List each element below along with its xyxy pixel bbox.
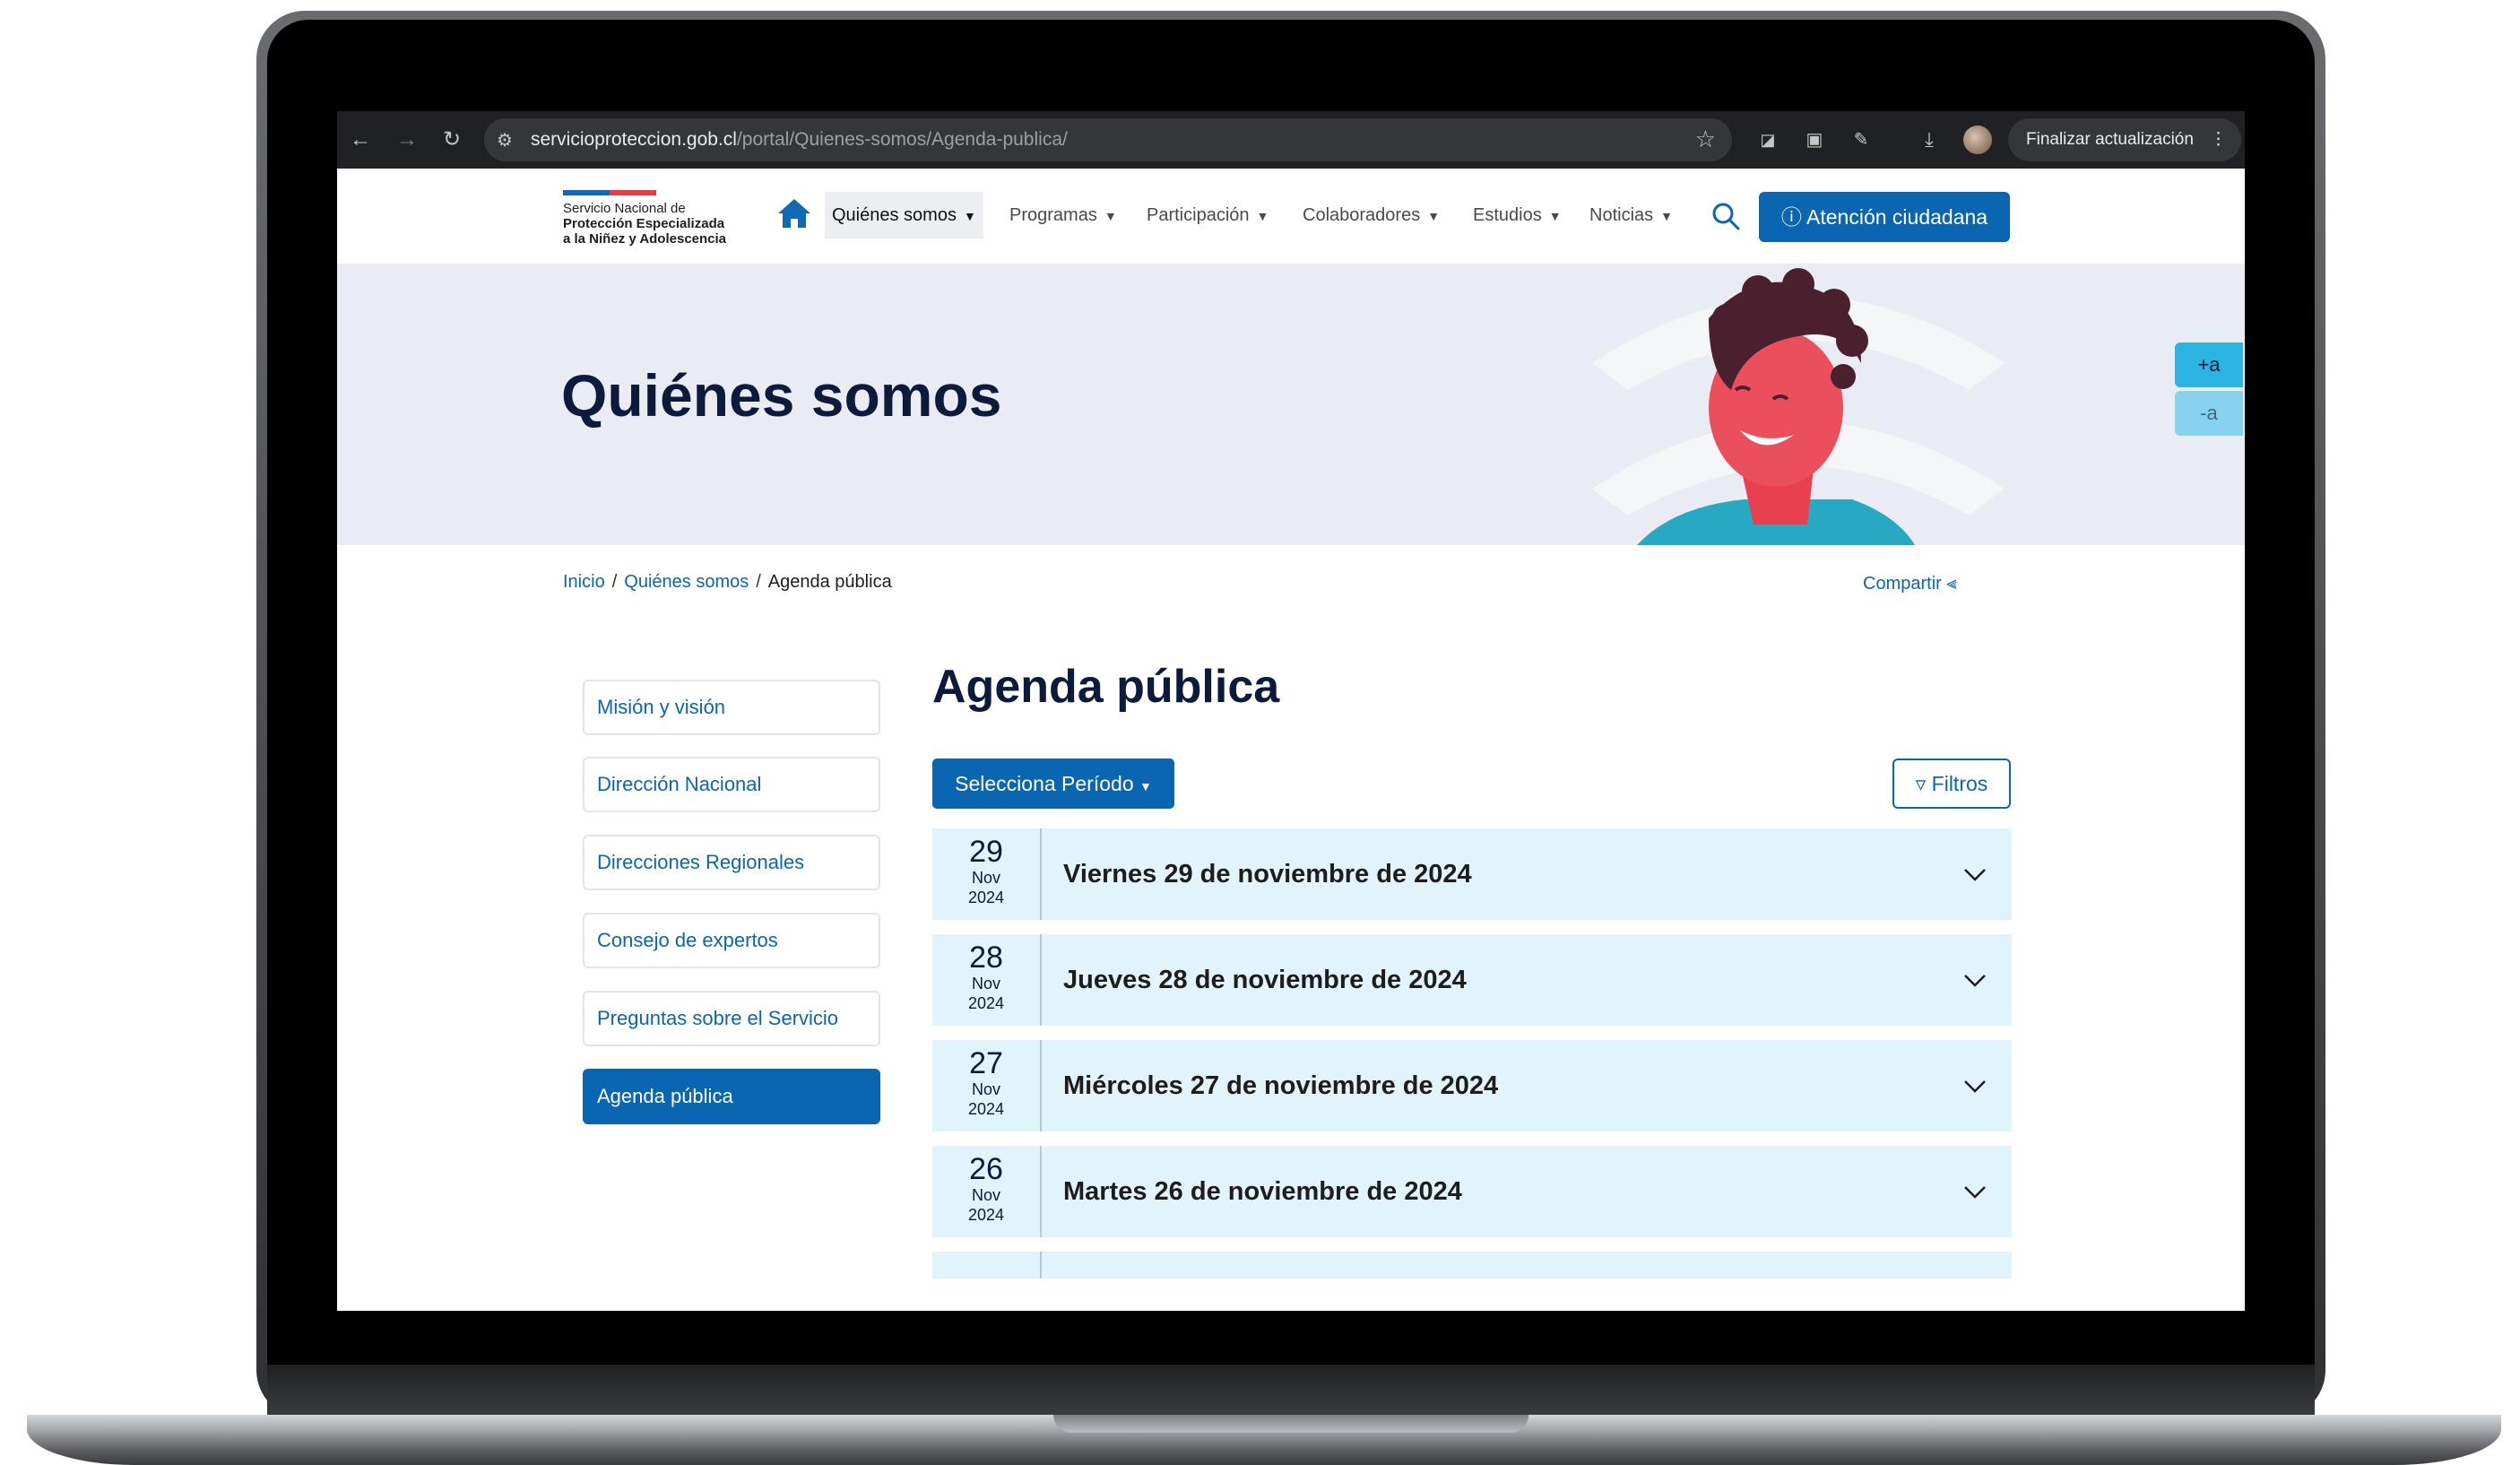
date-badge: 29 Nov 2024	[932, 828, 1042, 920]
breadcrumb-current: Agenda pública	[767, 572, 892, 592]
info-icon: ⓘ	[1780, 205, 1807, 229]
date-day: 26	[969, 1152, 1003, 1186]
site-logo[interactable]: Servicio Nacional de Protección Especial…	[563, 201, 726, 247]
sidebar-item-agenda[interactable]: Agenda pública	[583, 1069, 880, 1124]
sidebar-item-direccion-nacional[interactable]: Dirección Nacional	[583, 757, 880, 812]
url-text[interactable]: servicioproteccion.gob.cl/portal/Quienes…	[531, 129, 1068, 151]
download-icon[interactable]: ⤓	[1915, 126, 1944, 154]
agenda-row[interactable]: 29 Nov 2024 Viernes 29 de noviembre de 2…	[932, 828, 2012, 920]
agenda-row-title: Viernes 29 de noviembre de 2024	[1063, 860, 1472, 889]
nav-colaboradores[interactable]: Colaboradores ▼	[1303, 192, 1440, 238]
agenda-row[interactable]: 26 Nov 2024 Martes 26 de noviembre de 20…	[932, 1146, 2012, 1237]
caret-down-icon: ▼	[1139, 779, 1152, 793]
browser-window: ← → ↻ ⚙ servicioproteccion.gob.cl/portal…	[337, 111, 2245, 1311]
nav-noticias[interactable]: Noticias ▼	[1589, 192, 1673, 238]
date-badge: 27 Nov 2024	[932, 1040, 1042, 1131]
font-increase-button[interactable]: +a	[2175, 342, 2243, 387]
breadcrumb: Inicio / Quiénes somos / Agenda pública	[563, 572, 892, 592]
font-decrease-button[interactable]: -a	[2175, 391, 2243, 436]
date-month: Nov	[971, 1186, 1000, 1204]
laptop-notch	[1053, 1415, 1528, 1433]
filter-icon: ▿	[1915, 772, 1927, 795]
atencion-ciudadana-button[interactable]: ⓘ Atención ciudadana	[1759, 192, 2010, 242]
sidebar-item-consejo[interactable]: Consejo de expertos	[583, 913, 880, 968]
date-day: 28	[969, 941, 1003, 975]
nav-estudios[interactable]: Estudios ▼	[1473, 192, 1562, 238]
address-bar[interactable]: ⚙ servicioproteccion.gob.cl/portal/Quien…	[484, 118, 1732, 161]
chevron-down-icon[interactable]	[1961, 1178, 1988, 1205]
date-day: 27	[969, 1046, 1003, 1080]
share-icon: ⫷	[1946, 574, 1957, 594]
filters-button[interactable]: ▿ Filtros	[1892, 759, 2011, 809]
agenda-row[interactable]: 27 Nov 2024 Miércoles 27 de noviembre de…	[932, 1040, 2012, 1131]
agenda-row[interactable]: 28 Nov 2024 Jueves 28 de noviembre de 20…	[932, 934, 2012, 1026]
date-year: 2024	[967, 1100, 1005, 1118]
sidebar-item-preguntas[interactable]: Preguntas sobre el Servicio	[583, 991, 880, 1046]
breadcrumb-section[interactable]: Quiénes somos	[624, 572, 749, 592]
gov-logo-stripe	[563, 190, 656, 195]
agenda-row-title: Martes 26 de noviembre de 2024	[1063, 1177, 1462, 1206]
share-button[interactable]: Compartir ⫷	[1863, 574, 1957, 594]
logo-line-3: a la Niñez y Adolescencia	[563, 231, 727, 247]
date-month: Nov	[971, 869, 1000, 887]
date-year: 2024	[967, 1206, 1005, 1224]
section-title: Agenda pública	[932, 661, 1280, 713]
hero-banner: Quiénes somos	[337, 264, 2245, 545]
nav-participacion[interactable]: Participación ▼	[1147, 192, 1269, 238]
site-header: Servicio Nacional de Protección Especial…	[337, 169, 2245, 264]
sidebar-item-direcciones-regionales[interactable]: Direcciones Regionales	[583, 835, 880, 890]
logo-line-1: Servicio Nacional de	[563, 201, 686, 216]
site-settings-icon[interactable]: ⚙	[497, 129, 513, 152]
profile-avatar[interactable]	[1963, 126, 1992, 154]
screenshot-icon[interactable]: ▣	[1800, 126, 1829, 154]
breadcrumb-home[interactable]: Inicio	[563, 572, 605, 592]
search-icon[interactable]	[1710, 201, 1741, 231]
menu-kebab-icon[interactable]: ⋮	[2210, 118, 2227, 161]
browser-toolbar: ← → ↻ ⚙ servicioproteccion.gob.cl/portal…	[337, 111, 2245, 169]
date-badge: 26 Nov 2024	[932, 1146, 1042, 1237]
select-period-button[interactable]: Selecciona Período ▼	[932, 759, 1174, 809]
agenda-row-title: Jueves 28 de noviembre de 2024	[1063, 966, 1467, 994]
person-illustration	[1592, 268, 2005, 545]
bookmark-star-icon[interactable]: ☆	[1695, 126, 1716, 153]
nav-programas[interactable]: Programas ▼	[1009, 192, 1117, 238]
sidebar-item-mision[interactable]: Misión y visión	[583, 680, 880, 735]
chevron-down-icon[interactable]	[1961, 1072, 1988, 1099]
chevron-down-icon[interactable]	[1961, 967, 1988, 993]
laptop-hinge	[267, 1365, 2315, 1415]
chevron-down-icon[interactable]	[1961, 861, 1988, 888]
agenda-row-partial[interactable]	[932, 1252, 2012, 1279]
date-day: 29	[969, 835, 1003, 869]
date-badge	[932, 1252, 1042, 1279]
date-year: 2024	[967, 889, 1005, 906]
date-month: Nov	[971, 1080, 1000, 1098]
forward-icon[interactable]: →	[393, 126, 421, 154]
page-title: Quiénes somos	[561, 362, 1002, 429]
back-icon[interactable]: ←	[346, 126, 375, 154]
extension-icon[interactable]: ◪	[1754, 126, 1782, 154]
date-month: Nov	[971, 975, 1000, 993]
finish-update-button[interactable]: Finalizar actualización ⋮	[2008, 118, 2241, 161]
puzzle-extensions-icon[interactable]: ✎	[1847, 126, 1875, 154]
agenda-row-title: Miércoles 27 de noviembre de 2024	[1063, 1071, 1499, 1100]
nav-quienes-somos[interactable]: Quiénes somos ▼	[825, 192, 983, 238]
home-icon[interactable]	[776, 195, 812, 231]
logo-line-2: Protección Especializada	[563, 216, 725, 231]
date-year: 2024	[967, 994, 1005, 1012]
reload-icon[interactable]: ↻	[437, 126, 466, 154]
date-badge: 28 Nov 2024	[932, 934, 1042, 1026]
